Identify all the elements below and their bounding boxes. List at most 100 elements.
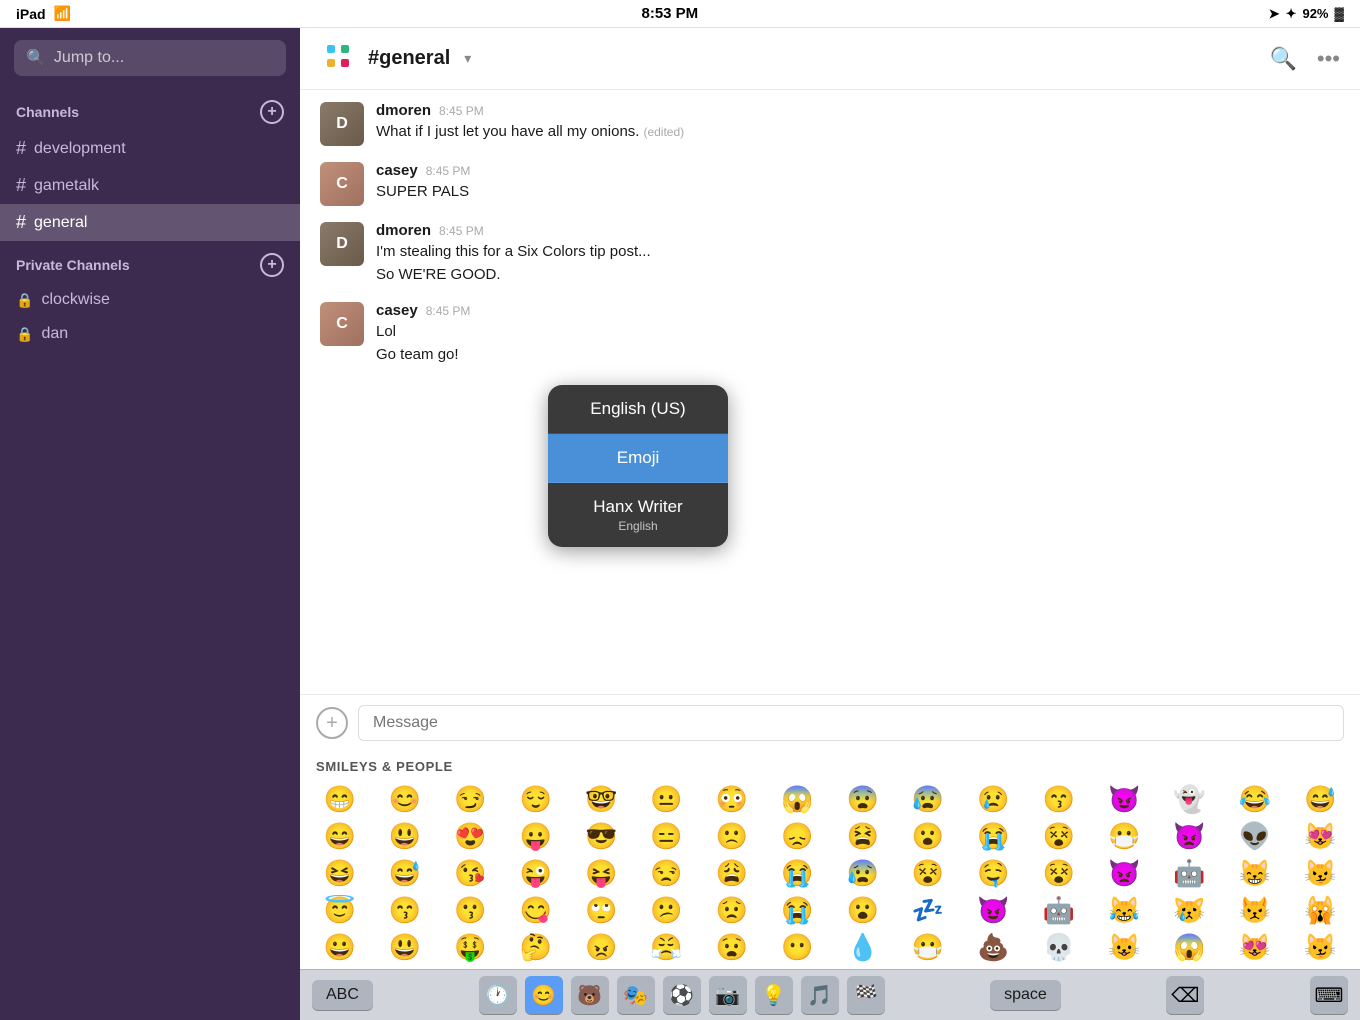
smiley-tab[interactable]: 😊 <box>525 976 563 1014</box>
add-private-channel-button[interactable]: + <box>260 253 284 277</box>
emoji-cell[interactable]: 😼 <box>1289 856 1352 891</box>
emoji-cell[interactable]: 🙁 <box>700 819 763 854</box>
emoji-cell[interactable]: 😩 <box>700 856 763 891</box>
emoji-cell[interactable]: 😑 <box>635 819 698 854</box>
emoji-cell[interactable]: 😕 <box>635 893 698 928</box>
emoji-cell[interactable]: 😄 <box>308 819 371 854</box>
emoji-cell[interactable]: 😜 <box>504 856 567 891</box>
emoji-cell[interactable]: 🙀 <box>1289 893 1352 928</box>
emoji-cell[interactable]: 🙄 <box>570 893 633 928</box>
add-channel-button[interactable]: + <box>260 100 284 124</box>
emoji-cell[interactable]: 😆 <box>308 856 371 891</box>
search-button[interactable]: 🔍 <box>1269 46 1296 72</box>
emoji-cell[interactable]: 😀 <box>308 930 371 965</box>
emoji-cell[interactable]: 🤖 <box>1158 856 1221 891</box>
jump-to-search[interactable]: 🔍 Jump to... <box>14 40 286 76</box>
emoji-option[interactable]: Emoji <box>548 434 728 483</box>
english-us-option[interactable]: English (US) <box>548 385 728 434</box>
emoji-cell[interactable]: 🤔 <box>504 930 567 965</box>
emoji-cell[interactable]: 🤓 <box>570 782 633 817</box>
emoji-cell[interactable]: 😛 <box>504 819 567 854</box>
emoji-cell[interactable]: 😵 <box>1027 856 1090 891</box>
add-attachment-button[interactable]: + <box>316 707 348 739</box>
emoji-cell[interactable]: 🤑 <box>439 930 502 965</box>
emoji-cell[interactable]: 😶 <box>766 930 829 965</box>
emoji-cell[interactable]: 😘 <box>439 856 502 891</box>
emoji-cell[interactable]: 😠 <box>570 930 633 965</box>
abc-button[interactable]: ABC <box>312 980 373 1010</box>
emoji-cell[interactable]: 😸 <box>1223 856 1286 891</box>
emoji-cell[interactable]: 😿 <box>1158 893 1221 928</box>
space-button[interactable]: space <box>990 980 1061 1010</box>
emoji-cell[interactable]: 😌 <box>504 782 567 817</box>
emoji-cell[interactable]: 😺 <box>1093 930 1156 965</box>
emoji-cell[interactable]: 😻 <box>1223 930 1286 965</box>
emoji-cell[interactable]: 💩 <box>962 930 1025 965</box>
emoji-cell[interactable]: 😹 <box>1093 893 1156 928</box>
sports-tab[interactable]: ⚽ <box>663 976 701 1014</box>
emoji-cell[interactable]: 💤 <box>896 893 959 928</box>
emoji-cell[interactable]: 😗 <box>439 893 502 928</box>
emoji-cell[interactable]: 😷 <box>896 930 959 965</box>
emoji-cell[interactable]: 😐 <box>635 782 698 817</box>
channel-chevron-icon[interactable]: ▾ <box>464 50 471 67</box>
emoji-cell[interactable]: 😭 <box>766 856 829 891</box>
emoji-cell[interactable]: 😤 <box>635 930 698 965</box>
emoji-cell[interactable]: 😢 <box>962 782 1025 817</box>
travel-tab[interactable]: 📷 <box>709 976 747 1014</box>
emoji-cell[interactable]: 😮 <box>831 893 894 928</box>
emoji-cell[interactable]: 😅 <box>373 856 436 891</box>
emoji-cell[interactable]: 😭 <box>962 819 1025 854</box>
emoji-cell[interactable]: 😁 <box>308 782 371 817</box>
emoji-cell[interactable]: 😈 <box>1093 782 1156 817</box>
sidebar-item-dan[interactable]: 🔒 dan <box>0 317 300 351</box>
emoji-cell[interactable]: 👿 <box>1158 819 1221 854</box>
keyboard-switch-button[interactable]: ⌨ <box>1310 976 1348 1014</box>
sidebar-item-general[interactable]: # general <box>0 204 300 241</box>
emoji-cell[interactable]: 😱 <box>1158 930 1221 965</box>
emoji-cell[interactable]: 🤖 <box>1027 893 1090 928</box>
emoji-cell[interactable]: 😰 <box>896 782 959 817</box>
emoji-cell[interactable]: 😒 <box>635 856 698 891</box>
emoji-cell[interactable]: 💧 <box>831 930 894 965</box>
emoji-cell[interactable]: 👽 <box>1223 819 1286 854</box>
emoji-cell[interactable]: 😅 <box>1289 782 1352 817</box>
more-options-button[interactable]: ••• <box>1317 46 1340 72</box>
emoji-cell[interactable]: 😷 <box>1093 819 1156 854</box>
recent-emoji-tab[interactable]: 🕐 <box>479 976 517 1014</box>
emoji-cell[interactable]: 😂 <box>1223 782 1286 817</box>
emoji-cell[interactable]: 😵 <box>896 856 959 891</box>
emoji-cell[interactable]: 😾 <box>1223 893 1286 928</box>
activities-tab[interactable]: 🎭 <box>617 976 655 1014</box>
emoji-cell[interactable]: 😳 <box>700 782 763 817</box>
emoji-cell[interactable]: 😫 <box>831 819 894 854</box>
emoji-cell[interactable]: 😙 <box>373 893 436 928</box>
emoji-cell[interactable]: 😼 <box>1289 930 1352 965</box>
emoji-cell[interactable]: 😏 <box>439 782 502 817</box>
emoji-cell[interactable]: 😮 <box>896 819 959 854</box>
emoji-cell[interactable]: 👻 <box>1158 782 1221 817</box>
emoji-cell[interactable]: 😇 <box>308 893 371 928</box>
emoji-cell[interactable]: 😰 <box>831 856 894 891</box>
animals-tab[interactable]: 🐻 <box>571 976 609 1014</box>
emoji-cell[interactable]: 😵 <box>1027 819 1090 854</box>
emoji-cell[interactable]: 😝 <box>570 856 633 891</box>
sidebar-item-clockwise[interactable]: 🔒 clockwise <box>0 283 300 317</box>
emoji-cell[interactable]: 😨 <box>831 782 894 817</box>
emoji-cell[interactable]: 😃 <box>373 819 436 854</box>
emoji-cell[interactable]: 😙 <box>1027 782 1090 817</box>
hanx-writer-option[interactable]: Hanx Writer English <box>548 483 728 547</box>
message-input[interactable] <box>358 705 1344 741</box>
emoji-cell[interactable]: 😧 <box>700 930 763 965</box>
objects-tab[interactable]: 💡 <box>755 976 793 1014</box>
emoji-cell[interactable]: 😃 <box>373 930 436 965</box>
emoji-cell[interactable]: 😭 <box>766 893 829 928</box>
emoji-cell[interactable]: 😋 <box>504 893 567 928</box>
emoji-cell[interactable]: 😎 <box>570 819 633 854</box>
emoji-cell[interactable]: 😞 <box>766 819 829 854</box>
symbols-tab[interactable]: 🎵 <box>801 976 839 1014</box>
emoji-cell[interactable]: 😍 <box>439 819 502 854</box>
emoji-cell[interactable]: 🤤 <box>962 856 1025 891</box>
emoji-cell[interactable]: 😊 <box>373 782 436 817</box>
delete-button[interactable]: ⌫ <box>1166 976 1204 1014</box>
